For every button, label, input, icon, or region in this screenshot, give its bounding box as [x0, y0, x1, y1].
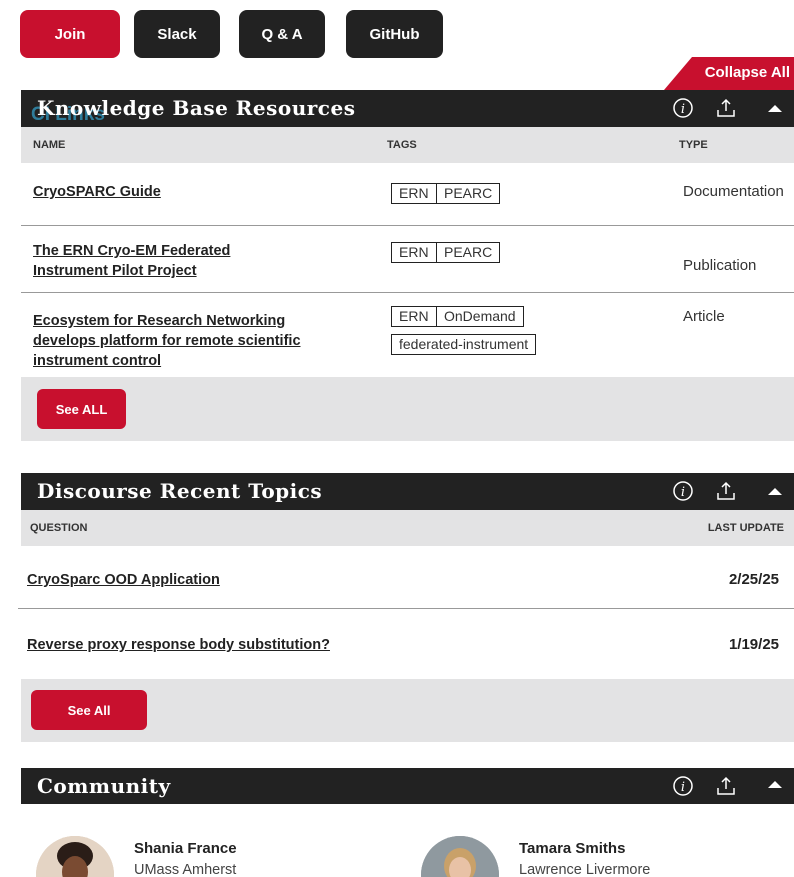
knowledge-base-column-header: NAME TAGS TYPE	[21, 127, 794, 163]
community-title: Community	[37, 774, 171, 798]
collapse-caret-icon[interactable]	[763, 774, 787, 798]
tag[interactable]: PEARC	[436, 242, 501, 263]
table-row: The ERN Cryo-EM Federated Instrument Pil…	[21, 226, 794, 293]
tag[interactable]: PEARC	[436, 183, 501, 204]
info-icon[interactable]: i	[671, 96, 695, 120]
resource-link[interactable]: The ERN Cryo-EM Federated Instrument Pil…	[33, 241, 230, 281]
tag[interactable]: federated-instrument	[391, 334, 537, 355]
avatar[interactable]	[421, 836, 499, 877]
column-tags: TAGS	[387, 139, 417, 151]
resource-link-text: instrument control	[33, 353, 162, 369]
info-icon[interactable]: i	[671, 774, 695, 798]
knowledge-base-footer: See ALL	[21, 377, 794, 441]
table-row: Ecosystem for Research Networking develo…	[21, 293, 794, 377]
svg-text:i: i	[681, 102, 685, 117]
avatar[interactable]	[36, 836, 114, 877]
svg-text:i: i	[681, 780, 685, 795]
community-header: Community i	[21, 768, 794, 804]
column-name: NAME	[33, 139, 66, 151]
qa-button[interactable]: Q & A	[239, 10, 325, 58]
resource-type: Documentation	[683, 183, 784, 200]
table-row: CryoSparc OOD Application 2/25/25	[18, 546, 794, 609]
column-type: TYPE	[679, 139, 708, 151]
topic-link[interactable]: CryoSparc OOD Application	[27, 570, 220, 590]
slack-button[interactable]: Slack	[134, 10, 220, 58]
topic-date: 2/25/25	[728, 571, 779, 588]
collapse-all-button[interactable]: Collapse All	[664, 57, 794, 90]
discourse-footer: See All	[21, 679, 794, 742]
share-icon[interactable]	[714, 96, 738, 120]
resource-link-text: The ERN Cryo-EM Federated	[33, 243, 231, 259]
tag[interactable]: ERN	[391, 183, 437, 204]
resource-link-text: CryoSPARC Guide	[33, 184, 161, 200]
tag[interactable]: ERN	[391, 242, 437, 263]
resource-link-text: Ecosystem for Research Networking	[33, 313, 286, 329]
discourse-header: Discourse Recent Topics i	[21, 473, 794, 510]
person-name[interactable]: Tamara Smiths	[519, 840, 625, 857]
resource-link[interactable]: CryoSPARC Guide	[33, 182, 161, 202]
discourse-column-header: QUESTION LAST UPDATE	[21, 510, 794, 546]
collapse-caret-icon[interactable]	[763, 479, 787, 503]
person-org: Lawrence Livermore	[519, 862, 651, 877]
knowledge-base-title: Knowledge Base Resources	[37, 96, 356, 120]
person-org: UMass Amherst	[134, 862, 237, 877]
share-icon[interactable]	[714, 479, 738, 503]
see-all-topics-button[interactable]: See All	[31, 690, 147, 730]
table-row: CryoSPARC Guide ERN PEARC Documentation	[21, 163, 794, 226]
topic-date: 1/19/25	[728, 636, 779, 653]
column-last-update: LAST UPDATE	[707, 522, 784, 534]
resource-link[interactable]: Ecosystem for Research Networking develo…	[33, 311, 301, 371]
discourse-title: Discourse Recent Topics	[37, 479, 323, 503]
table-row: Reverse proxy response body substitution…	[18, 609, 794, 679]
knowledge-base-header: CI Links Knowledge Base Resources i	[21, 90, 794, 127]
tag[interactable]: OnDemand	[436, 306, 524, 327]
person-name[interactable]: Shania France	[134, 840, 237, 857]
resource-link-text: develops platform for remote scientific	[33, 333, 301, 349]
resource-type: Article	[683, 308, 725, 325]
collapse-caret-icon[interactable]	[763, 96, 787, 120]
github-button[interactable]: GitHub	[346, 10, 443, 58]
info-icon[interactable]: i	[671, 479, 695, 503]
column-question: QUESTION	[30, 522, 88, 534]
tag[interactable]: ERN	[391, 306, 437, 327]
resource-type: Publication	[683, 257, 757, 274]
share-icon[interactable]	[714, 774, 738, 798]
topic-link[interactable]: Reverse proxy response body substitution…	[27, 635, 330, 655]
collapse-all-label: Collapse All	[704, 64, 790, 81]
svg-text:i: i	[681, 485, 685, 500]
join-button[interactable]: Join	[20, 10, 120, 58]
resource-link-text: Instrument Pilot Project	[33, 263, 197, 279]
see-all-resources-button[interactable]: See ALL	[37, 389, 126, 429]
